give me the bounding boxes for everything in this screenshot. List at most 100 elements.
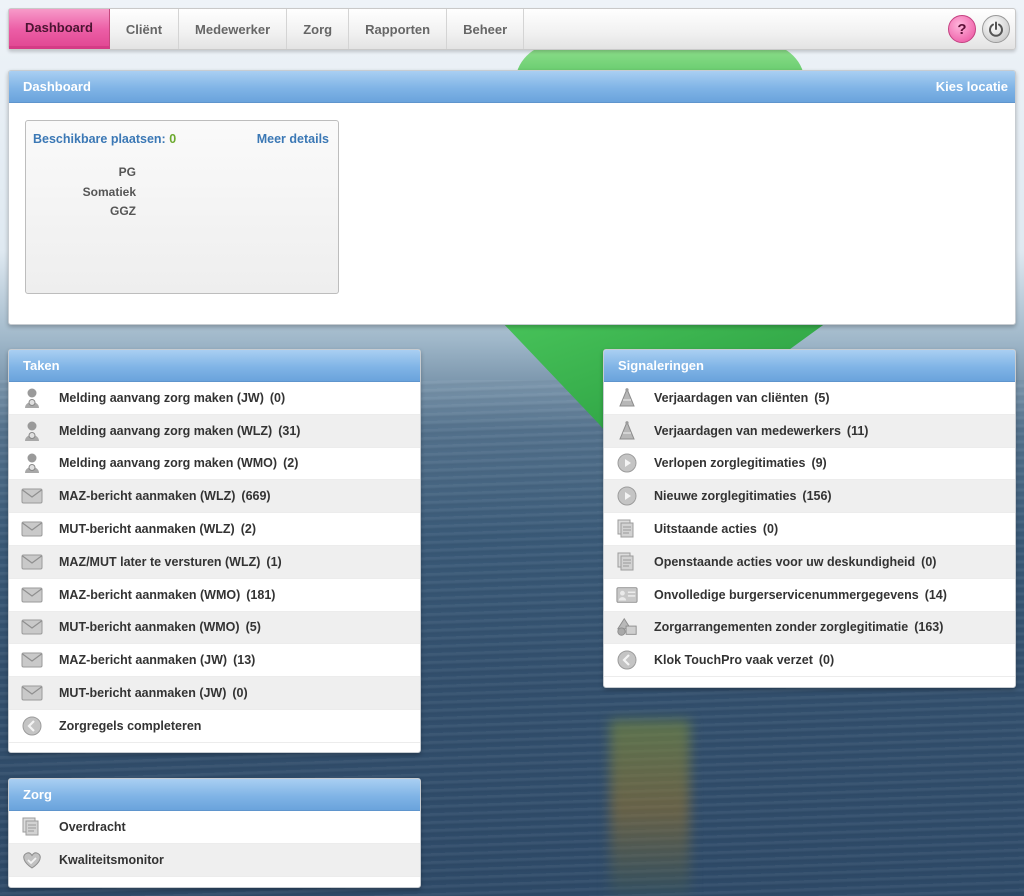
more-details-link[interactable]: Meer details — [257, 132, 329, 146]
list-item[interactable]: MAZ-bericht aanmaken (JW) (13) — [9, 644, 420, 678]
availability-title: Beschikbare plaatsen: 0 — [33, 132, 176, 146]
party-hat-icon — [616, 420, 638, 442]
envelope-icon — [21, 518, 43, 540]
list-item-label: Verjaardagen van cliënten — [654, 390, 809, 405]
list-item-count: (13) — [233, 653, 256, 668]
taken-header: Taken — [9, 350, 420, 382]
signaleringen-panel: Signaleringen Verjaardagen van cliënten (… — [603, 349, 1016, 688]
signaleringen-title: Signaleringen — [618, 358, 704, 373]
list-item[interactable]: Klok TouchPro vaak verzet (0) — [604, 644, 1015, 678]
category-item: GGZ — [110, 204, 136, 218]
list-item[interactable]: Verlopen zorglegitimaties (9) — [604, 448, 1015, 481]
list-item[interactable]: Nieuwe zorglegitimaties (156) — [604, 480, 1015, 514]
list-item[interactable]: MAZ-bericht aanmaken (WMO) (181) — [9, 579, 420, 612]
taken-panel: Taken Melding aanvang zorg maken (JW) (0)… — [8, 349, 421, 753]
play-circle-icon — [616, 452, 638, 474]
shapes-icon — [616, 616, 638, 638]
list-item-count: (156) — [802, 489, 832, 504]
list-item-label: Melding aanvang zorg maken (WLZ) — [59, 423, 273, 438]
list-item-label: MUT-bericht aanmaken (JW) — [59, 686, 227, 701]
list-item-label: Klok TouchPro vaak verzet — [654, 653, 813, 668]
list-item-count: (0) — [921, 554, 937, 569]
list-item-count: (163) — [914, 620, 944, 635]
envelope-icon — [21, 682, 43, 704]
envelope-icon — [21, 551, 43, 573]
list-item[interactable]: MAZ-bericht aanmaken (WLZ) (669) — [9, 480, 420, 514]
list-item-label: MUT-bericht aanmaken (WLZ) — [59, 522, 235, 537]
availability-label: Beschikbare plaatsen: — [33, 132, 166, 146]
list-item-label: Zorgarrangementen zonder zorglegitimatie — [654, 620, 909, 635]
list-item[interactable]: Uitstaande acties (0) — [604, 513, 1015, 546]
zorg-header: Zorg — [9, 779, 420, 811]
availability-count: 0 — [169, 132, 177, 146]
taken-title: Taken — [23, 358, 60, 373]
list-item-count: (5) — [814, 390, 830, 405]
nav-dashboard[interactable]: Dashboard — [9, 9, 110, 49]
help-icon[interactable]: ? — [948, 15, 976, 43]
list-item[interactable]: MUT-bericht aanmaken (WLZ) (2) — [9, 513, 420, 546]
list-item[interactable]: Melding aanvang zorg maken (JW) (0) — [9, 382, 420, 415]
availability-box: Beschikbare plaatsen: 0 Meer details PG … — [25, 120, 339, 294]
dashboard-header: Dashboard Kies locatie — [9, 71, 1015, 103]
power-symbol — [989, 21, 1003, 37]
list-item-count: (0) — [232, 686, 248, 701]
signaleringen-header: Signaleringen — [604, 350, 1015, 382]
zorg-list: Overdracht Kwaliteitsmonitor — [9, 811, 420, 877]
list-item[interactable]: Verjaardagen van cliënten (5) — [604, 382, 1015, 415]
availability-categories: PG Somatiek GGZ — [26, 163, 136, 222]
list-item-label: Melding aanvang zorg maken (WMO) — [59, 456, 278, 471]
choose-location-link[interactable]: Kies locatie — [936, 79, 1008, 94]
list-item-label: Zorgregels completeren — [59, 718, 202, 733]
list-item[interactable]: MAZ/MUT later te versturen (WLZ) (1) — [9, 545, 420, 579]
party-hat-icon — [616, 387, 638, 409]
list-item[interactable]: Melding aanvang zorg maken (WLZ) (31) — [9, 414, 420, 448]
list-item[interactable]: MUT-bericht aanmaken (JW) (0) — [9, 677, 420, 710]
list-item-count: (2) — [240, 522, 256, 537]
list-item[interactable]: Zorgarrangementen zonder zorglegitimatie… — [604, 611, 1015, 645]
list-item-label: Nieuwe zorglegitimaties — [654, 489, 797, 504]
list-item-count: (5) — [245, 620, 261, 635]
list-item[interactable]: Overdracht — [9, 811, 420, 844]
background-reflection — [610, 720, 690, 896]
envelope-icon — [21, 584, 43, 606]
nav-rapporten[interactable]: Rapporten — [349, 9, 448, 49]
nav-zorg[interactable]: Zorg — [287, 9, 350, 49]
power-icon[interactable] — [982, 15, 1010, 43]
list-item-label: MAZ-bericht aanmaken (WLZ) — [59, 489, 236, 504]
list-item[interactable]: Openstaande acties voor uw deskundigheid… — [604, 545, 1015, 579]
list-item[interactable]: Onvolledige burgerservicenummergegevens (… — [604, 579, 1015, 612]
list-item-label: Kwaliteitsmonitor — [59, 852, 164, 867]
list-item-label: MAZ/MUT later te versturen (WLZ) — [59, 554, 261, 569]
list-item-count: (0) — [269, 390, 286, 405]
list-item[interactable]: Kwaliteitsmonitor — [9, 843, 420, 877]
list-item-count: (31) — [278, 423, 301, 438]
zorg-panel: Zorg Overdracht Kwaliteitsmonitor — [8, 778, 421, 888]
list-item-count: (9) — [811, 456, 827, 471]
nav-medewerker[interactable]: Medewerker — [179, 9, 288, 49]
zorg-title: Zorg — [23, 787, 52, 802]
envelope-icon — [21, 485, 43, 507]
nav-beheer[interactable]: Beheer — [447, 9, 525, 49]
envelope-icon — [21, 616, 43, 638]
arrow-left-circle-icon — [616, 649, 638, 671]
dashboard-title: Dashboard — [23, 79, 91, 94]
play-circle-icon — [616, 485, 638, 507]
list-item-label: Uitstaande acties — [654, 522, 757, 537]
list-item[interactable]: Melding aanvang zorg maken (WMO) (2) — [9, 448, 420, 481]
taken-list: Melding aanvang zorg maken (JW) (0) Meldin… — [9, 382, 420, 743]
list-item-count: (14) — [924, 587, 947, 602]
list-item[interactable]: MUT-bericht aanmaken (WMO) (5) — [9, 611, 420, 645]
list-item-count: (0) — [818, 653, 835, 668]
list-item-count: (2) — [283, 456, 299, 471]
signaleringen-list: Verjaardagen van cliënten (5) Verjaardagen… — [604, 382, 1015, 678]
dashboard-panel: Dashboard Kies locatie Beschikbare plaat… — [8, 70, 1016, 325]
person-icon — [21, 387, 43, 409]
list-item[interactable]: Verjaardagen van medewerkers (11) — [604, 414, 1015, 448]
documents-icon — [616, 518, 638, 540]
nav-client[interactable]: Cliënt — [110, 9, 180, 49]
list-item[interactable]: Zorgregels completeren — [9, 710, 420, 743]
list-item-label: MAZ-bericht aanmaken (WMO) — [59, 587, 241, 602]
id-card-icon — [616, 584, 638, 606]
category-item: PG — [118, 165, 136, 179]
list-item-count: (181) — [246, 587, 276, 602]
